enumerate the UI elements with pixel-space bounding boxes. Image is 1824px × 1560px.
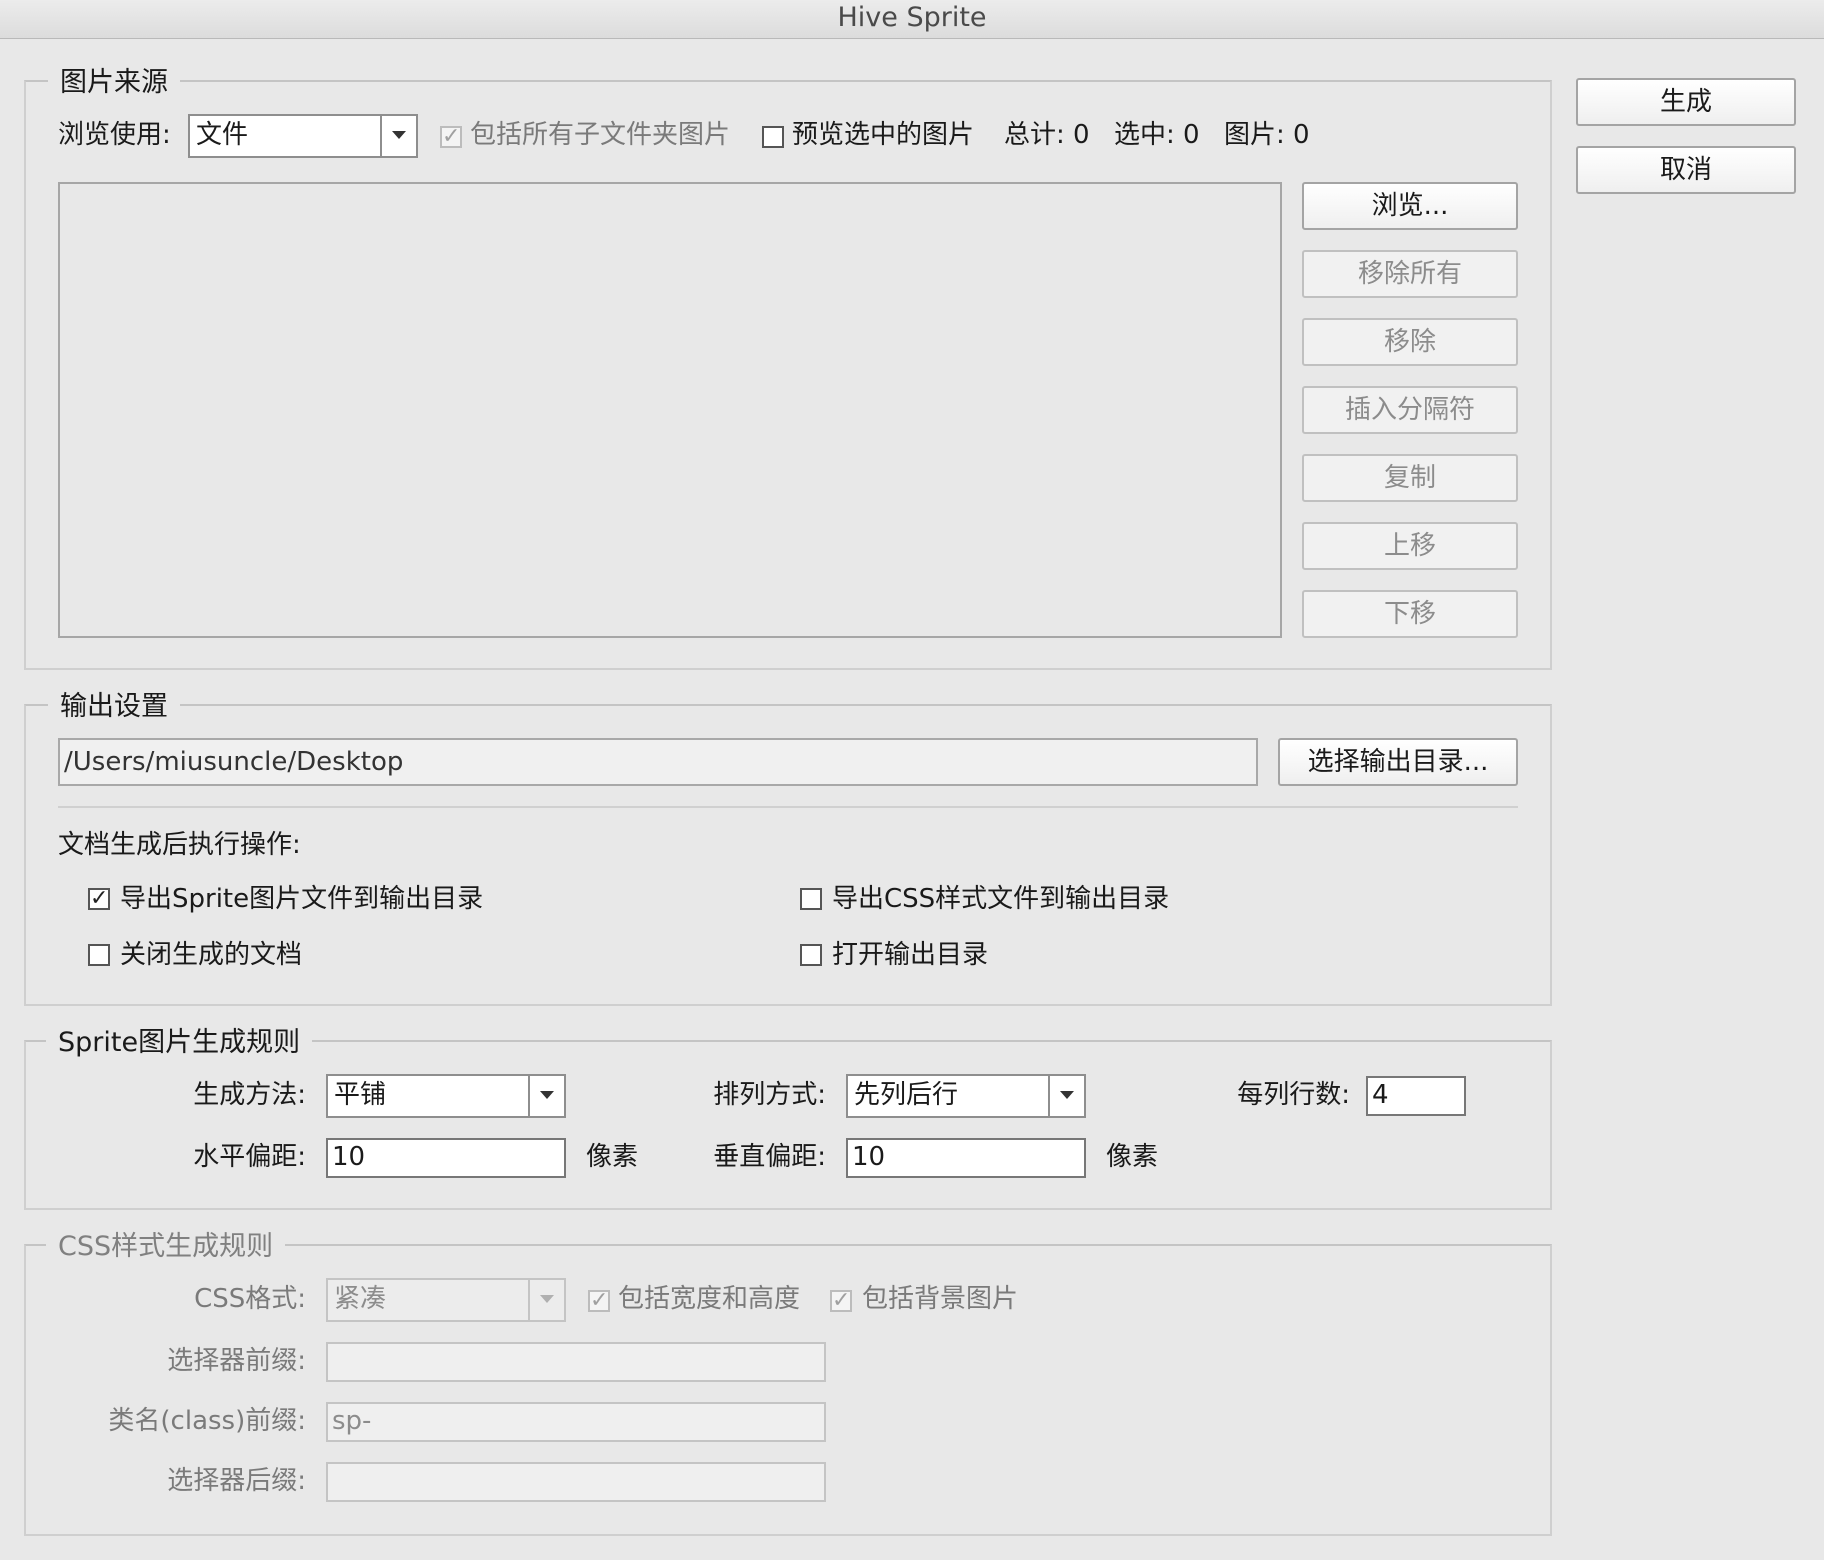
h-offset-unit: 像素 bbox=[586, 1142, 639, 1172]
divider bbox=[58, 806, 1518, 808]
window-title: Hive Sprite bbox=[0, 0, 1824, 39]
chevron-down-icon bbox=[528, 1280, 564, 1320]
output-settings-legend: 输出设置 bbox=[48, 690, 180, 724]
cancel-button[interactable]: 取消 bbox=[1576, 146, 1796, 194]
class-prefix-label: 类名(class)前缀: bbox=[108, 1406, 306, 1436]
include-bg-checkbox[interactable]: ✓ bbox=[830, 1290, 852, 1312]
chevron-down-icon bbox=[380, 116, 416, 156]
output-path-field[interactable]: /Users/miusuncle/Desktop bbox=[58, 738, 1258, 786]
move-up-button[interactable]: 上移 bbox=[1302, 522, 1518, 570]
images-count: 图片: 0 bbox=[1224, 120, 1310, 150]
browse-using-select[interactable]: 文件 bbox=[188, 114, 418, 158]
image-source-legend: 图片来源 bbox=[48, 66, 180, 100]
rows-per-col-label: 每列行数: bbox=[1237, 1080, 1350, 1110]
selector-prefix-label: 选择器前缀: bbox=[167, 1346, 306, 1376]
arrange-label: 排列方式: bbox=[713, 1080, 826, 1110]
arrange-select[interactable]: 先列后行 bbox=[846, 1074, 1086, 1118]
method-label: 生成方法: bbox=[193, 1080, 306, 1110]
choose-output-dir-button[interactable]: 选择输出目录... bbox=[1278, 738, 1518, 786]
sprite-rules-group bbox=[24, 1040, 1552, 1210]
browse-button[interactable]: 浏览... bbox=[1302, 182, 1518, 230]
css-format-label: CSS格式: bbox=[194, 1284, 306, 1314]
h-offset-input[interactable]: 10 bbox=[326, 1138, 566, 1178]
move-down-button[interactable]: 下移 bbox=[1302, 590, 1518, 638]
duplicate-button[interactable]: 复制 bbox=[1302, 454, 1518, 502]
open-output-dir-checkbox[interactable] bbox=[800, 944, 822, 966]
browse-using-label: 浏览使用: bbox=[58, 120, 171, 150]
arrange-value: 先列后行 bbox=[854, 1080, 959, 1110]
method-select[interactable]: 平铺 bbox=[326, 1074, 566, 1118]
export-css-checkbox[interactable] bbox=[800, 888, 822, 910]
browse-using-value: 文件 bbox=[196, 120, 249, 150]
chevron-down-icon bbox=[1048, 1076, 1084, 1116]
v-offset-unit: 像素 bbox=[1106, 1142, 1159, 1172]
include-subfolders-checkbox[interactable]: ✓ bbox=[440, 126, 462, 148]
open-output-dir-label: 打开输出目录 bbox=[832, 940, 989, 970]
export-sprite-checkbox[interactable]: ✓ bbox=[88, 888, 110, 910]
generate-button[interactable]: 生成 bbox=[1576, 78, 1796, 126]
preview-selected-label: 预览选中的图片 bbox=[792, 120, 975, 150]
class-prefix-input[interactable]: sp- bbox=[326, 1402, 826, 1442]
method-value: 平铺 bbox=[334, 1080, 387, 1110]
css-format-select[interactable]: 紧凑 bbox=[326, 1278, 566, 1322]
total-count: 总计: 0 bbox=[1004, 120, 1090, 150]
selector-suffix-input[interactable] bbox=[326, 1462, 826, 1502]
remove-all-button[interactable]: 移除所有 bbox=[1302, 250, 1518, 298]
close-doc-checkbox[interactable] bbox=[88, 944, 110, 966]
preview-selected-checkbox[interactable] bbox=[762, 126, 784, 148]
close-doc-label: 关闭生成的文档 bbox=[120, 940, 303, 970]
selector-suffix-label: 选择器后缀: bbox=[167, 1466, 306, 1496]
include-size-checkbox[interactable]: ✓ bbox=[588, 1290, 610, 1312]
chevron-down-icon bbox=[528, 1076, 564, 1116]
css-format-value: 紧凑 bbox=[334, 1284, 387, 1314]
insert-separator-button[interactable]: 插入分隔符 bbox=[1302, 386, 1518, 434]
include-bg-label: 包括背景图片 bbox=[862, 1284, 1019, 1314]
image-list[interactable] bbox=[58, 182, 1282, 638]
h-offset-label: 水平偏距: bbox=[193, 1142, 306, 1172]
export-css-label: 导出CSS样式文件到输出目录 bbox=[832, 884, 1170, 914]
v-offset-input[interactable]: 10 bbox=[846, 1138, 1086, 1178]
after-generate-label: 文档生成后执行操作: bbox=[58, 830, 301, 860]
include-size-label: 包括宽度和高度 bbox=[618, 1284, 801, 1314]
include-subfolders-label: 包括所有子文件夹图片 bbox=[470, 120, 731, 150]
selector-prefix-input[interactable] bbox=[326, 1342, 826, 1382]
sprite-rules-legend: Sprite图片生成规则 bbox=[46, 1026, 313, 1060]
css-rules-legend: CSS样式生成规则 bbox=[46, 1230, 286, 1264]
v-offset-label: 垂直偏距: bbox=[713, 1142, 826, 1172]
selected-count: 选中: 0 bbox=[1114, 120, 1200, 150]
remove-button[interactable]: 移除 bbox=[1302, 318, 1518, 366]
rows-per-col-input[interactable]: 4 bbox=[1366, 1076, 1466, 1116]
export-sprite-label: 导出Sprite图片文件到输出目录 bbox=[120, 884, 484, 914]
